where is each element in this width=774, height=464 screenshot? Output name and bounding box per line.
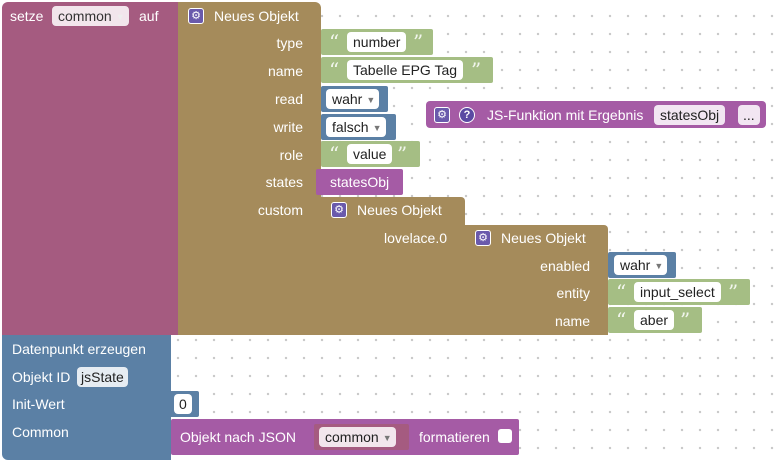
field-label-states: states — [265, 174, 303, 190]
field-label-lovelace: lovelace.0 — [383, 230, 447, 246]
text-block-name[interactable]: “ Tabelle EPG Tag ” — [321, 57, 493, 83]
text-block-role[interactable]: “ value ” — [321, 141, 420, 167]
field-label-entity: entity — [556, 285, 590, 301]
field-label-name: name — [267, 63, 303, 79]
text-input-entity-name[interactable]: aber — [634, 310, 675, 330]
write-dropdown[interactable]: falsch ▼ — [326, 117, 386, 137]
object-id-input[interactable]: jsState — [77, 367, 128, 387]
open-quote-icon: “ — [329, 30, 340, 54]
gear-icon[interactable]: ⚙ — [475, 230, 491, 246]
init-value-label: Init-Wert — [12, 396, 65, 412]
object-to-json-block[interactable]: Objekt nach JSON common ▼ formatieren — [171, 419, 519, 455]
create-datapoint-title: Datenpunkt erzeugen — [12, 341, 146, 357]
text-block-entity-name[interactable]: “ aber ” — [608, 307, 702, 333]
field-label-role: role — [279, 147, 303, 163]
chevron-down-icon: ▼ — [366, 95, 376, 105]
open-quote-icon: “ — [616, 280, 627, 304]
logic-block-write[interactable]: falsch ▼ — [321, 114, 396, 140]
common-label: Common — [12, 424, 69, 440]
new-object-block-2[interactable]: ⚙ Neues Objekt lovelace.0 — [321, 197, 465, 335]
text-input-type[interactable]: number — [347, 32, 407, 52]
states-variable: statesObj — [330, 174, 390, 190]
close-quote-icon: ” — [413, 30, 424, 54]
field-label-enabled: enabled — [540, 258, 590, 274]
variable-block-common[interactable]: common ▼ — [314, 424, 409, 450]
object-to-json-suffix: formatieren — [419, 429, 490, 445]
js-function-variable[interactable]: statesObj — [654, 105, 726, 125]
help-icon[interactable]: ? — [459, 107, 475, 123]
logic-block-enabled[interactable]: wahr ▼ — [608, 252, 676, 278]
init-value-input[interactable]: 0 — [174, 394, 192, 414]
text-block-type[interactable]: “ number ” — [321, 29, 433, 55]
object-id-label: Objekt ID — [12, 369, 71, 385]
logic-block-read[interactable]: wahr ▼ — [321, 86, 388, 112]
format-checkbox[interactable] — [498, 429, 512, 443]
common-variable-dropdown[interactable]: common ▼ — [319, 427, 396, 447]
setze-label: setze — [10, 8, 44, 24]
field-label-custom: custom — [257, 202, 303, 218]
gear-icon[interactable]: ⚙ — [434, 107, 450, 123]
js-function-label: JS-Funktion mit Ergebnis — [487, 107, 644, 123]
gear-icon[interactable]: ⚙ — [188, 8, 204, 24]
read-dropdown[interactable]: wahr ▼ — [326, 89, 380, 109]
field-label-name: name — [554, 313, 590, 329]
object-to-json-label: Objekt nach JSON — [180, 429, 296, 445]
close-quote-icon: ” — [680, 308, 691, 332]
new-object-title: Neues Objekt — [501, 230, 586, 246]
variable-block-states[interactable]: statesObj — [316, 169, 403, 195]
close-quote-icon: ” — [728, 280, 739, 304]
text-input-name[interactable]: Tabelle EPG Tag — [347, 60, 464, 80]
setze-block[interactable]: setze common ▼ auf — [2, 2, 178, 335]
field-label-type: type — [276, 35, 303, 51]
new-object-title: Neues Objekt — [357, 202, 442, 218]
open-quote-icon: “ — [329, 142, 340, 166]
setze-suffix: auf — [139, 8, 159, 24]
text-block-entity[interactable]: “ input_select ” — [608, 279, 750, 305]
js-function-block[interactable]: ⚙ ? JS-Funktion mit Ergebnis statesObj .… — [426, 101, 766, 128]
number-block-init[interactable]: 0 — [167, 391, 199, 417]
close-quote-icon: ” — [471, 58, 482, 82]
gear-icon[interactable]: ⚙ — [331, 202, 347, 218]
create-datapoint-block[interactable]: Datenpunkt erzeugen Objekt ID jsState In… — [2, 335, 171, 460]
text-input-entity[interactable]: input_select — [634, 282, 721, 302]
setze-variable-dropdown[interactable]: common ▼ — [52, 6, 129, 26]
open-quote-icon: “ — [329, 58, 340, 82]
close-quote-icon: ” — [397, 142, 408, 166]
chevron-down-icon: ▼ — [382, 433, 392, 443]
chevron-down-icon: ▼ — [372, 123, 382, 133]
chevron-down-icon: ▼ — [654, 261, 664, 271]
js-function-more-button[interactable]: ... — [738, 105, 760, 125]
open-quote-icon: “ — [616, 308, 627, 332]
field-label-read: read — [274, 91, 303, 107]
text-input-role[interactable]: value — [347, 144, 393, 164]
new-object-block-1[interactable]: ⚙ Neues Objekt type name read write role… — [178, 2, 321, 335]
enabled-dropdown[interactable]: wahr ▼ — [614, 255, 668, 275]
field-label-write: write — [273, 119, 303, 135]
new-object-block-3[interactable]: ⚙ Neues Objekt enabled entity name — [465, 225, 608, 335]
chevron-down-icon: ▼ — [115, 12, 125, 22]
new-object-title: Neues Objekt — [214, 8, 299, 24]
